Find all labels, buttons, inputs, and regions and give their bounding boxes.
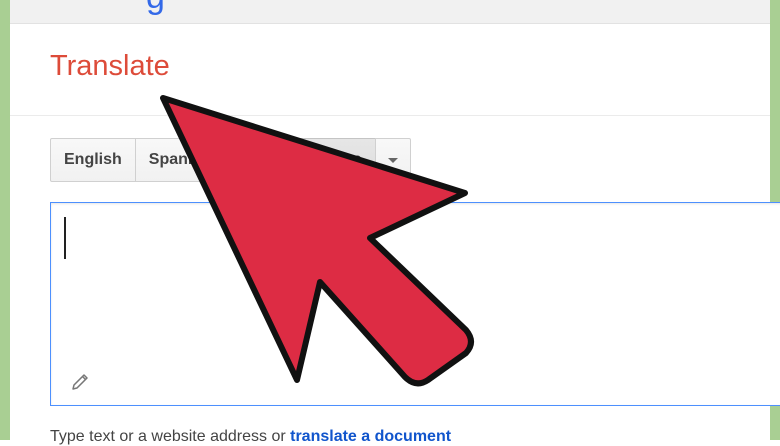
source-text-input[interactable] — [50, 202, 780, 406]
page-title: Translate — [50, 50, 170, 82]
translate-document-link[interactable]: translate a document — [290, 428, 451, 445]
chevron-down-icon — [387, 157, 398, 163]
lang-button-detect[interactable]: Detect language — [224, 138, 376, 182]
language-dropdown-button[interactable] — [374, 138, 411, 182]
text-cursor — [64, 217, 66, 259]
source-language-bar: English Spanish Detect language — [50, 138, 411, 182]
input-hint: Type text or a website address or transl… — [50, 428, 451, 446]
lang-button-english[interactable]: English — [50, 138, 136, 182]
google-logo-fragment[interactable]: g — [146, 0, 165, 17]
pencil-icon[interactable] — [69, 371, 91, 393]
divider — [10, 115, 770, 116]
frame-border-left — [0, 0, 10, 440]
lang-button-spanish[interactable]: Spanish — [134, 138, 226, 182]
hint-text: Type text or a website address or — [50, 428, 291, 445]
top-bar: g — [10, 0, 770, 24]
